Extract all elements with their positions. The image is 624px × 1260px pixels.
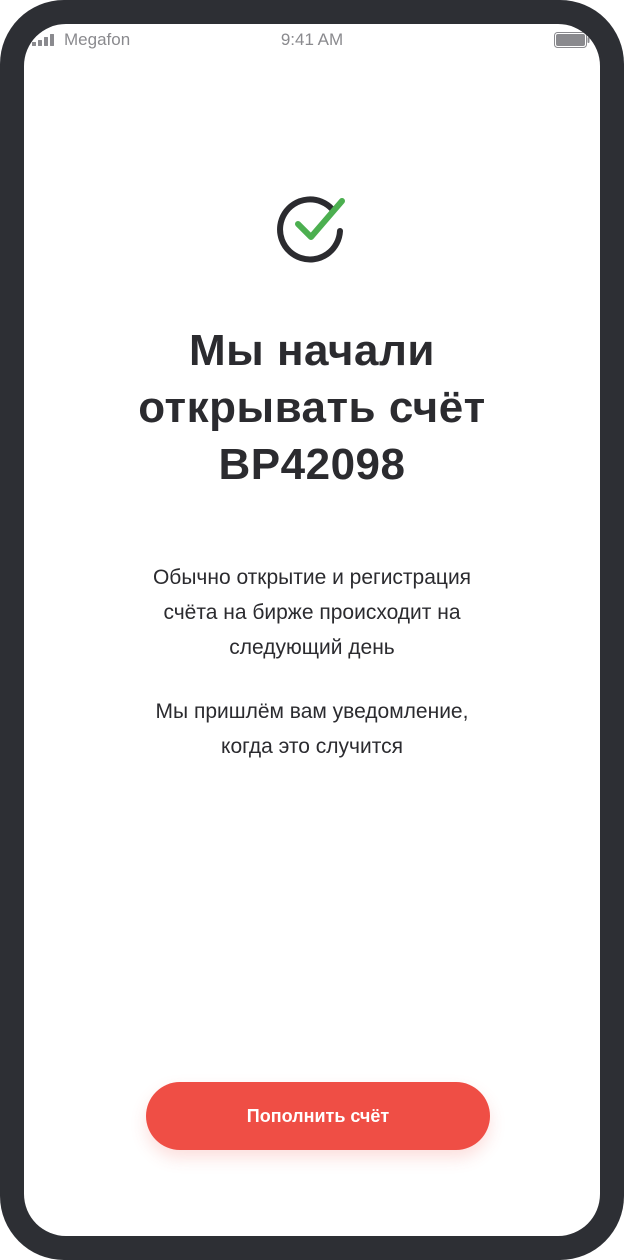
device-frame: Megafon 9:41 AM Мы начали открывать счёт… — [0, 0, 624, 1260]
status-time: 9:41 AM — [280, 30, 344, 49]
description-line: следующий день — [229, 636, 395, 659]
description-line: Обычно открытие и регистрация — [152, 566, 472, 589]
screen: Megafon 9:41 AM Мы начали открывать счёт… — [24, 24, 600, 1236]
status-bar: Megafon 9:41 AM — [24, 24, 600, 58]
page-title: Мы начали открывать счёт BP42098 — [64, 322, 560, 493]
description-line: когда это случится — [221, 735, 403, 758]
description-registration: Обычно открытие и регистрация счёта на б… — [84, 560, 540, 665]
description-line: счёта на бирже происходит на — [163, 601, 461, 624]
check-circle-icon — [277, 196, 345, 263]
title-line: открывать счёт — [138, 383, 486, 432]
title-line: Мы начали — [189, 326, 435, 375]
top-up-account-button[interactable]: Пополнить счёт — [146, 1082, 490, 1150]
description-notification: Мы пришлём вам уведомление, когда это сл… — [84, 694, 540, 764]
description-line: Мы пришлём вам уведомление, — [155, 700, 469, 723]
battery-icon — [554, 32, 590, 48]
title-line-account-number: BP42098 — [218, 440, 406, 489]
